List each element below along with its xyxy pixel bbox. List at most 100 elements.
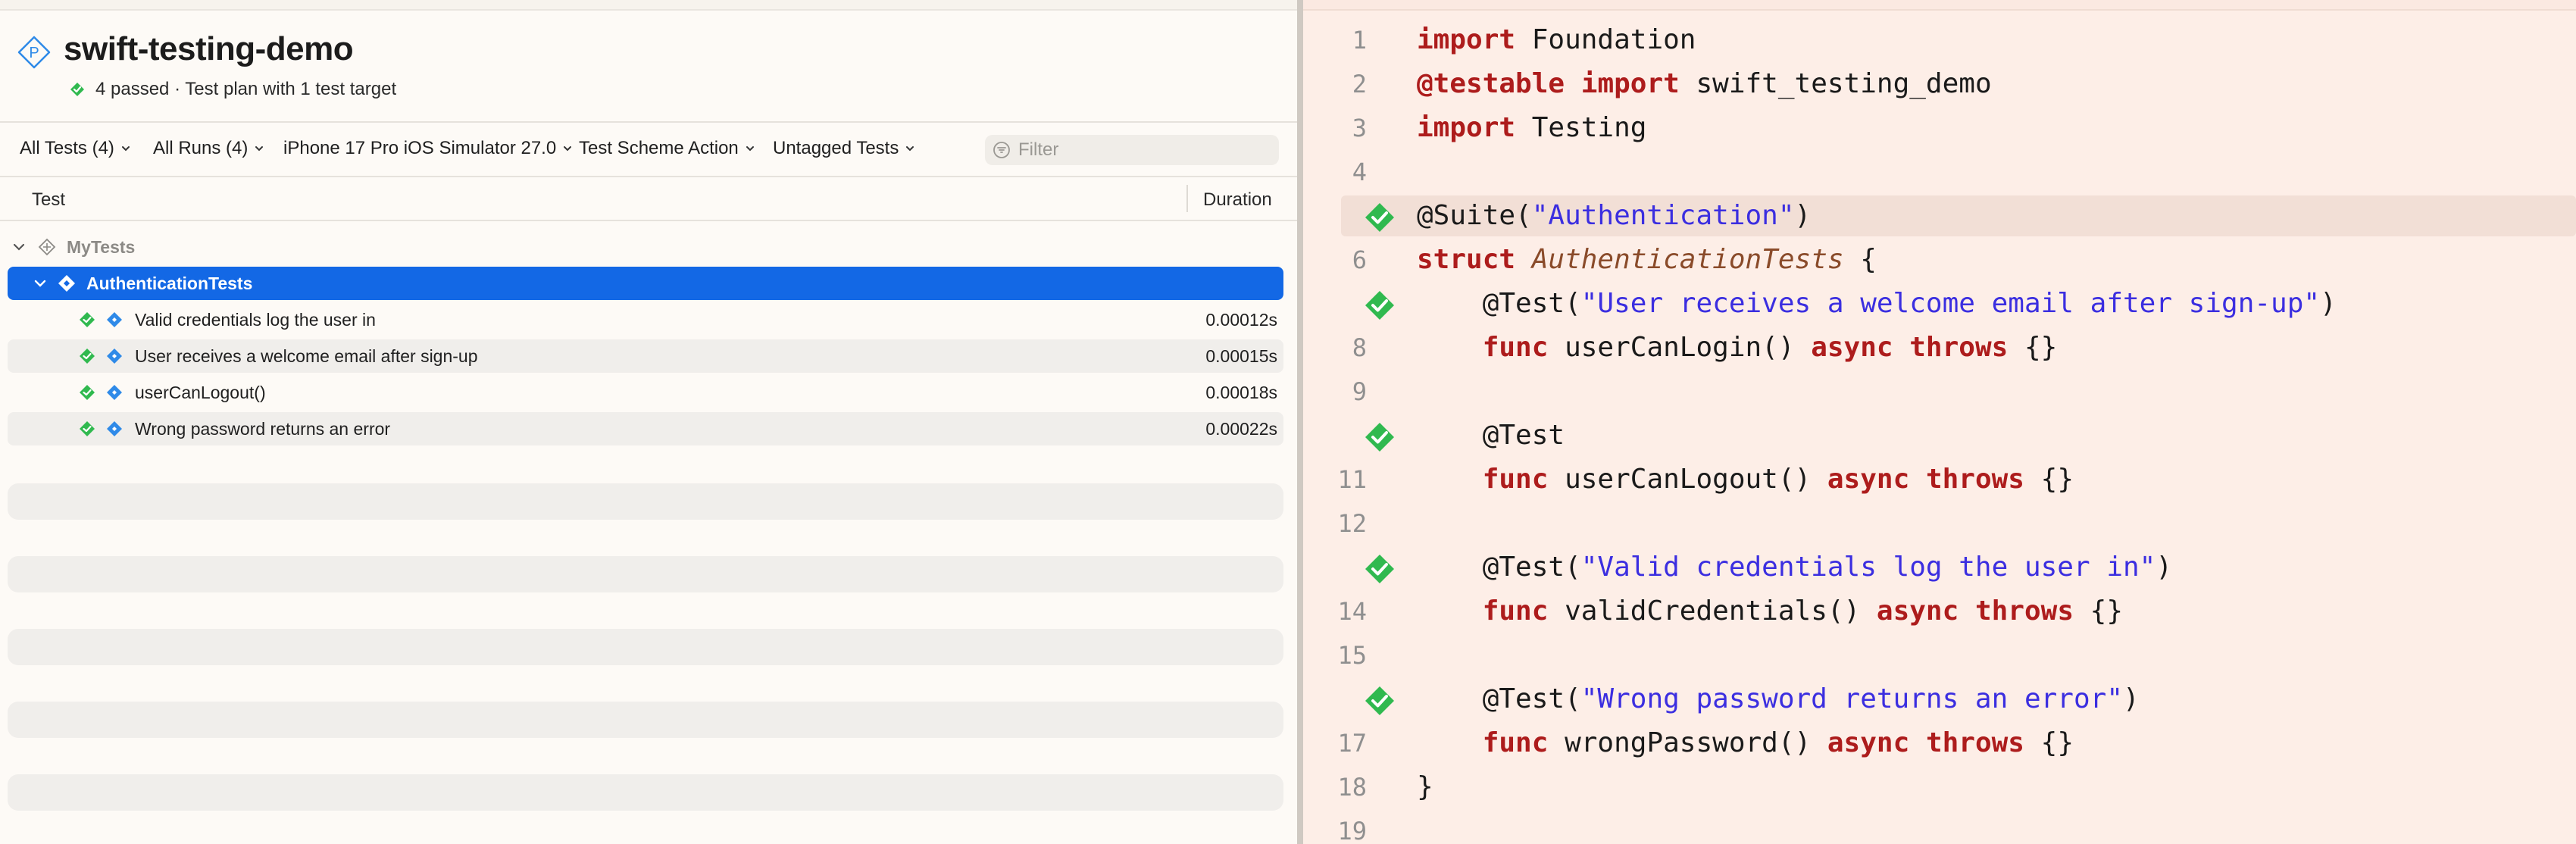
empty-row — [8, 702, 1283, 738]
suite-row-authentication[interactable]: AuthenticationTests — [8, 267, 1283, 300]
test-passed-gutter-icon[interactable] — [1364, 421, 1396, 453]
code-token: {} — [2024, 464, 2074, 495]
code-line[interactable]: 15 — [1303, 633, 2576, 677]
code-token: } — [1417, 771, 1433, 802]
code-line[interactable]: 4 — [1303, 150, 2576, 194]
code-line[interactable]: 18} — [1303, 765, 2576, 809]
code-text: func wrongPassword() async throws {} — [1417, 727, 2074, 758]
code-token: wrongPassword() — [1548, 727, 1827, 758]
pane-splitter[interactable] — [1297, 0, 1303, 844]
tags-dropdown[interactable]: Untagged Tests — [773, 138, 915, 159]
code-editor[interactable]: 1 import Foundation 2 @testable import swif… — [1303, 0, 2576, 844]
code-line[interactable]: @Test("Valid credentials log the user in… — [1303, 545, 2576, 589]
filter-input[interactable]: Filter — [985, 135, 1279, 165]
all-tests-dropdown[interactable]: All Tests (4) — [20, 138, 131, 159]
code-text: @Test — [1417, 420, 1565, 451]
code-token: ) — [2156, 552, 2173, 583]
scheme-action-dropdown[interactable]: Test Scheme Action — [579, 138, 755, 159]
all-runs-label: All Runs (4) — [153, 138, 249, 158]
test-suite-icon — [58, 275, 75, 292]
group-row-mytests[interactable]: MyTests — [8, 230, 1283, 264]
code-line[interactable]: 14 func validCredentials() async throws … — [1303, 589, 2576, 633]
code-token: userCanLogin() — [1548, 332, 1812, 363]
table-row[interactable]: userCanLogout() 0.00018s — [8, 376, 1283, 409]
column-test[interactable]: Test — [32, 189, 65, 211]
empty-row — [8, 556, 1283, 592]
test-passed-gutter-icon[interactable] — [1364, 685, 1396, 717]
line-number: 6 — [1352, 245, 1367, 274]
code-line[interactable]: 17 func wrongPassword() async throws {} — [1303, 721, 2576, 765]
string-token: "Valid credentials log the user in" — [1580, 552, 2156, 583]
divider — [0, 121, 1297, 123]
device-dropdown[interactable]: iPhone 17 Pro iOS Simulator 27.0 — [283, 138, 573, 159]
table-row[interactable]: Wrong password returns an error 0.00022s — [8, 412, 1283, 445]
code-text: func userCanLogout() async throws {} — [1417, 464, 2074, 495]
code-text: } — [1417, 771, 1433, 802]
code-line[interactable]: 2 @testable import swift_testing_demo — [1303, 62, 2576, 106]
test-duration: 0.00015s — [1205, 345, 1277, 366]
keyword-token: throws — [1925, 727, 2024, 758]
table-header: Test Duration — [0, 177, 1297, 221]
code-text: func userCanLogin() async throws {} — [1417, 332, 2058, 363]
code-line[interactable]: 3 import Testing — [1303, 106, 2576, 150]
code-line[interactable]: 9 — [1303, 370, 2576, 414]
code-line[interactable]: 8 func userCanLogin() async throws {} — [1303, 326, 2576, 370]
chevron-down-icon[interactable] — [12, 240, 26, 254]
test-icon — [107, 385, 122, 400]
passed-icon — [70, 83, 84, 96]
test-name: Wrong password returns an error — [135, 418, 391, 439]
code-token: @Suite( — [1417, 200, 1532, 231]
code-line[interactable]: @Test("Wrong password returns an error") — [1303, 677, 2576, 721]
chevron-down-icon — [746, 146, 754, 152]
code-line[interactable]: @Test — [1303, 414, 2576, 458]
keyword-token: func — [1482, 727, 1549, 758]
code-token: Foundation — [1515, 24, 1696, 55]
keyword-token: func — [1482, 464, 1549, 495]
column-separator[interactable] — [1186, 185, 1188, 212]
chevron-down-icon[interactable] — [33, 277, 47, 290]
test-passed-gutter-icon[interactable] — [1364, 202, 1396, 233]
page-title: swift-testing-demo — [64, 30, 354, 67]
passed-icon — [80, 312, 95, 327]
code-token: ) — [1794, 200, 1812, 231]
code-line[interactable]: @Test("User receives a welcome email aft… — [1303, 282, 2576, 326]
scheme-action-label: Test Scheme Action — [579, 138, 739, 158]
all-runs-dropdown[interactable]: All Runs (4) — [153, 138, 264, 159]
code-text: @Test("Valid credentials log the user in… — [1417, 552, 2172, 583]
code-line[interactable]: @Suite("Authentication") — [1303, 194, 2576, 238]
code-line[interactable]: 12 — [1303, 502, 2576, 545]
chevron-down-icon — [906, 146, 914, 152]
keyword-token: async — [1827, 727, 1910, 758]
code-line[interactable]: 6 struct AuthenticationTests { — [1303, 238, 2576, 282]
filter-placeholder: Filter — [1018, 139, 1059, 160]
table-row[interactable]: User receives a welcome email after sign… — [8, 339, 1283, 373]
code-line[interactable]: 1 import Foundation — [1303, 18, 2576, 62]
test-passed-gutter-icon[interactable] — [1364, 289, 1396, 321]
keyword-token: import — [1580, 68, 1680, 99]
code-line[interactable]: 19 — [1303, 809, 2576, 844]
filter-icon — [993, 142, 1010, 158]
code-text: import Testing — [1417, 112, 1646, 143]
passed-icon — [80, 385, 95, 400]
table-row[interactable]: Valid credentials log the user in 0.0001… — [8, 303, 1283, 336]
string-token: "User receives a welcome email after sig… — [1580, 288, 2321, 319]
empty-row — [8, 483, 1283, 520]
keyword-token: throws — [1925, 464, 2024, 495]
column-duration[interactable]: Duration — [1203, 189, 1272, 211]
line-number: 11 — [1337, 465, 1367, 494]
code-line[interactable]: 11 func userCanLogout() async throws {} — [1303, 458, 2576, 502]
code-token: @Test — [1417, 420, 1565, 451]
test-duration: 0.00018s — [1205, 382, 1277, 402]
chevron-down-icon — [255, 146, 264, 152]
empty-row — [8, 774, 1283, 811]
test-icon — [107, 312, 122, 327]
code-token: validCredentials() — [1548, 595, 1877, 627]
keyword-token: struct — [1417, 244, 1516, 275]
code-token: @Test( — [1417, 288, 1581, 319]
code-token: {} — [2008, 332, 2058, 363]
suite-label: AuthenticationTests — [86, 273, 253, 293]
test-passed-gutter-icon[interactable] — [1364, 553, 1396, 585]
